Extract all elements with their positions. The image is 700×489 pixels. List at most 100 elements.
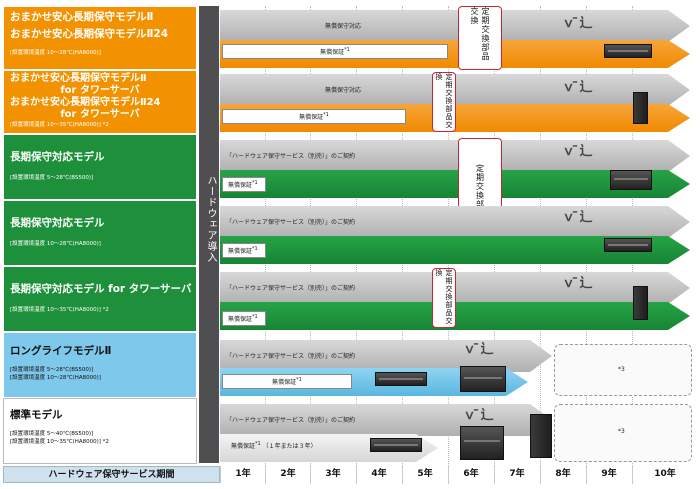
service-text: 「ハードウェア保守サービス（別売）」のご契約	[226, 417, 356, 424]
server-icon	[604, 44, 652, 58]
warranty-period: （１年または３年）	[262, 443, 317, 450]
mascot-icon: ｖ̄ ⻌	[562, 144, 593, 159]
year-label: 9年	[586, 466, 631, 483]
row-title: おまかせ安心長期保守モデルⅡ	[10, 11, 154, 23]
row-title: 長期保守対応モデル	[10, 151, 105, 163]
mascot-icon: ｖ̄ ⻌	[562, 80, 593, 95]
service-text: 無償保守対応	[325, 87, 362, 94]
lane-5: 「ハードウェア保守サービス（別売）」のご契約 ｖ̄ ⻌ 無償保証*1 *3	[220, 332, 697, 398]
row-title: 長期保守対応モデル	[10, 217, 105, 229]
year-label: 10年	[632, 466, 697, 483]
row-sub-sup: *2	[102, 307, 109, 313]
row-title: for タワーサーバ	[60, 109, 140, 120]
footnote-mark: *1	[323, 112, 329, 118]
row-sub: [設置環境温度 10～35℃(HA8000)]	[10, 439, 101, 445]
year-label: 2年	[265, 466, 310, 483]
row-sub: [設置環境温度 10～28℃(HA8000)]	[10, 50, 101, 56]
blade-server-icon	[610, 170, 652, 190]
row-sub-wrap: [設置環境温度 10～35℃(HA8000)] *2	[10, 306, 190, 314]
row-sub: [設置環境温度 5～28℃(BS500)]	[10, 175, 94, 181]
periodic-replacement-label: 定期交換部品交換	[435, 269, 453, 325]
service-text: 無償保守対応	[325, 23, 362, 30]
free-warranty-text: 無償保証	[320, 49, 345, 56]
lane-4: 「ハードウェア保守サービス（別売）」のご契約 無償保証*1 定期交換部品交換 ｖ…	[220, 266, 697, 332]
free-warranty-box: 無償保証*1	[222, 374, 352, 389]
mascot-icon: ｖ̄ ⻌	[562, 16, 593, 31]
service-text: 「ハードウェア保守サービス（別売）」のご契約	[226, 153, 356, 160]
row-label-0: おまかせ安心長期保守モデルⅡ おまかせ安心長期保守モデルⅡ24 [設置環境温度 …	[3, 6, 197, 70]
footnote-note: *3	[618, 428, 625, 435]
row-title: 標準モデル	[10, 409, 63, 421]
lane-0: 無償保守対応 無償保証*1 定期交換部品交換 ｖ̄ ⻌	[220, 6, 697, 70]
row-title: ロングライフモデルⅡ	[10, 345, 112, 357]
year-label: 5年	[402, 466, 447, 483]
free-warranty-text: 無償保証	[231, 443, 256, 450]
mascot-icon: ｖ̄ ⻌	[463, 408, 494, 423]
lane-2: 「ハードウェア保守サービス（別売）」のご契約 無償保証*1 定期交換部品交換 ｖ…	[220, 134, 697, 262]
lane-6: 「ハードウェア保守サービス（別売）」のご契約 ｖ̄ ⻌ 無償保証*1 （１年また…	[220, 398, 697, 464]
row-sub: [設置環境温度 10～28℃(HA8000)]	[10, 241, 101, 247]
year-label: 4年	[356, 466, 401, 483]
row-label-5: ロングライフモデルⅡ [設置環境温度 5～28℃(BS500)] [設置環境温度…	[3, 332, 197, 398]
service-arrow	[220, 10, 690, 42]
year-label: 7年	[494, 466, 539, 483]
footnote-mark: *1	[344, 47, 350, 53]
periodic-replacement-label: 定期交換部品交換	[470, 7, 490, 61]
free-warranty-box: 無償保証*1	[222, 177, 266, 192]
free-warranty-text: 無償保証	[228, 182, 253, 189]
row-sub: [設置環境温度 5～40℃(BS500)]	[10, 431, 94, 437]
server-icon	[375, 372, 427, 386]
row-sub: [設置環境温度 10～28℃(HA8000)]	[10, 375, 101, 381]
footnote-mark: *1	[255, 441, 261, 447]
free-warranty-text: 無償保証	[228, 316, 253, 323]
lane-3: 「ハードウェア保守サービス（別売）」のご契約 無償保証*1 ｖ̄ ⻌	[220, 200, 697, 266]
row-title: おまかせ安心長期保守モデルⅡ	[10, 73, 147, 84]
row-label-1: おまかせ安心長期保守モデルⅡ for タワーサーバ おまかせ安心長期保守モデルⅡ…	[3, 70, 197, 134]
band-label: ハードウェア導入	[205, 175, 216, 263]
row-sub: [設置環境温度 10～35℃(HA8000)]	[10, 307, 101, 313]
year-label: 3年	[310, 466, 355, 483]
periodic-replacement-box: 定期交換部品交換	[458, 6, 502, 70]
mascot-icon: ｖ̄ ⻌	[463, 342, 494, 357]
free-warranty-text: 無償保証	[299, 114, 324, 121]
service-text: 「ハードウェア保守サービス（別売）」のご契約	[226, 219, 356, 226]
row-sub-wrap: [設置環境温度 10～35℃(HA8000)] *2	[10, 438, 190, 446]
free-warranty-text: 無償保証	[228, 248, 253, 255]
year-label: 6年	[448, 466, 493, 483]
row-title: for タワーサーバ	[60, 85, 140, 96]
row-label-6: 標準モデル [設置環境温度 5～40℃(BS500)] [設置環境温度 10～3…	[3, 398, 197, 464]
periodic-replacement-label: 定期交換部品交換	[435, 73, 453, 129]
footnote-mark: *1	[252, 246, 258, 252]
free-warranty-box: 無償保証*1 （１年または３年）	[226, 439, 364, 452]
tower-server-icon	[530, 414, 552, 458]
row-sub-sup: *2	[102, 122, 109, 128]
row-label-4: 長期保守対応モデル for タワーサーバ [設置環境温度 10～35℃(HA80…	[3, 266, 197, 332]
footnote-mark: *1	[296, 377, 302, 383]
row-sub: [設置環境温度 10～35℃(HA8000)]	[10, 122, 101, 128]
row-title: 長期保守対応モデル for タワーサーバ	[10, 283, 192, 295]
year-label: 8年	[540, 466, 585, 483]
periodic-replacement-box: 定期交換部品交換	[432, 72, 456, 132]
lane-1: 無償保守対応 無償保証*1 定期交換部品交換 ｖ̄ ⻌	[220, 70, 697, 134]
free-warranty-box: 無償保証*1	[222, 311, 266, 326]
row-label-2: 長期保守対応モデル [設置環境温度 5～28℃(BS500)]	[3, 134, 197, 200]
row-title: おまかせ安心長期保守モデルⅡ24	[10, 28, 169, 40]
service-text: 「ハードウェア保守サービス（別売）」のご契約	[226, 285, 356, 292]
server-icon	[604, 238, 652, 252]
blade-server-icon	[460, 366, 506, 392]
mascot-icon: ｖ̄ ⻌	[562, 210, 593, 225]
footnote-mark: *1	[252, 180, 258, 186]
free-warranty-text: 無償保証	[272, 379, 297, 386]
row-sub: [設置環境温度 5～28℃(BS500)]	[10, 367, 94, 373]
free-warranty-box: 無償保証*1	[222, 109, 406, 124]
year-label: 1年	[220, 466, 265, 483]
service-text: 「ハードウェア保守サービス（別売）」のご契約	[226, 353, 356, 360]
footnote-mark: *1	[252, 314, 258, 320]
tower-server-icon	[633, 286, 648, 320]
footnote-note: *3	[618, 366, 625, 373]
row-sub-wrap: [設置環境温度 10～35℃(HA8000)] *2	[10, 121, 190, 129]
free-warranty-box: 無償保証*1	[222, 44, 448, 59]
server-icon	[370, 438, 422, 452]
row-label-3: 長期保守対応モデル [設置環境温度 10～28℃(HA8000)]	[3, 200, 197, 266]
row-sub-sup: *2	[102, 439, 109, 445]
